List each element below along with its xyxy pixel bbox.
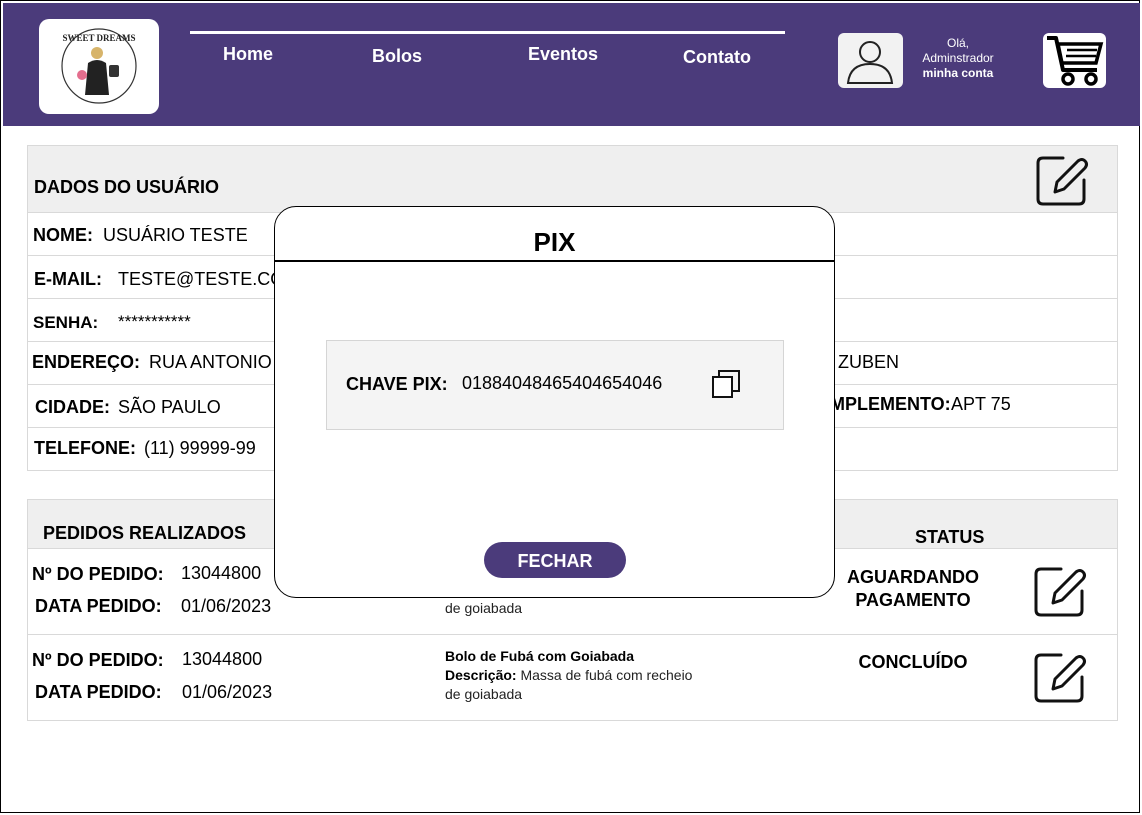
name-label: NOME: xyxy=(33,225,93,245)
site-logo[interactable]: SWEET DREAMS xyxy=(39,19,159,114)
name-value: USUÁRIO TESTE xyxy=(103,225,248,245)
pix-modal: PIX CHAVE PIX: 01884048465404654046 FECH… xyxy=(274,206,835,598)
orders-panel-title: PEDIDOS REALIZADOS xyxy=(43,523,247,543)
order-status: AGUARDANDO PAGAMENTO xyxy=(847,567,979,610)
order-date-label: DATA PEDIDO: xyxy=(35,596,162,616)
order-number: 13044800 xyxy=(181,563,262,583)
nav-home[interactable]: Home xyxy=(223,44,273,65)
greeting-hello: Olá, xyxy=(946,36,969,50)
order-date: 01/06/2023 xyxy=(182,682,273,702)
modal-title: PIX xyxy=(533,227,576,257)
city-value: SÃO PAULO xyxy=(118,397,221,417)
order-date: 01/06/2023 xyxy=(181,596,272,616)
logo-image-icon: SWEET DREAMS xyxy=(61,28,137,104)
order-description-label: Descrição: xyxy=(445,667,517,683)
nav-eventos[interactable]: Eventos xyxy=(528,44,598,65)
complement-value: APT 75 xyxy=(951,394,1011,414)
complement-label: MPLEMENTO: xyxy=(830,394,951,414)
edit-icon[interactable] xyxy=(1031,563,1087,619)
pix-key-label: CHAVE PIX: xyxy=(346,374,448,394)
order-row: Nº DO PEDIDO: 13044800 DATA PEDIDO: 01/0… xyxy=(27,634,1118,721)
address-label: ENDEREÇO: xyxy=(32,352,141,372)
top-header: SWEET DREAMS Home Bolos Eventos Contato … xyxy=(3,3,1140,126)
city-label: CIDADE: xyxy=(35,397,110,417)
order-status: CONCLUÍDO xyxy=(858,652,968,672)
order-product-name: Bolo de Fubá com Goiabada xyxy=(445,648,635,664)
user-icon xyxy=(846,41,894,84)
account-link[interactable]: minha conta xyxy=(908,66,1008,81)
svg-text:SWEET DREAMS: SWEET DREAMS xyxy=(62,33,135,43)
status-column-header: STATUS xyxy=(915,527,985,547)
user-greeting: Olá, Adminstrador minha conta xyxy=(908,36,1008,81)
cart-button[interactable] xyxy=(1043,33,1106,88)
address-value: RUA ANTONIO xyxy=(149,352,272,372)
nav-underline xyxy=(190,31,785,34)
edit-icon[interactable] xyxy=(1033,152,1089,208)
password-value: *********** xyxy=(118,312,191,331)
order-number: 13044800 xyxy=(182,649,263,669)
order-description-tail: de goiabada xyxy=(445,686,523,702)
user-panel-header: DADOS DO USUÁRIO xyxy=(27,145,1118,213)
order-number-label: Nº DO PEDIDO: xyxy=(32,564,164,584)
nav-bolos[interactable]: Bolos xyxy=(372,46,422,67)
cart-icon xyxy=(1047,36,1104,86)
user-avatar[interactable] xyxy=(838,33,903,88)
phone-label: TELEFONE: xyxy=(34,438,136,458)
edit-icon[interactable] xyxy=(1031,649,1087,705)
phone-value: (11) 99999-99 xyxy=(144,438,256,458)
user-panel-title: DADOS DO USUÁRIO xyxy=(34,177,220,197)
address-value-tail: ZUBEN xyxy=(838,352,900,372)
order-description: Descrição: Massa de fubá com recheio xyxy=(445,667,692,683)
order-description-text: Massa de fubá com recheio xyxy=(520,667,693,683)
modal-divider xyxy=(275,260,834,262)
email-value: TESTE@TESTE.COM xyxy=(118,269,300,289)
pix-key-value[interactable]: 01884048465404654046 xyxy=(462,373,662,394)
copy-icon[interactable] xyxy=(711,369,743,399)
close-button[interactable]: FECHAR xyxy=(484,542,626,578)
pix-key-box: CHAVE PIX: 01884048465404654046 xyxy=(326,340,784,430)
password-label: SENHA: xyxy=(33,313,99,332)
greeting-role: Adminstrador xyxy=(922,51,994,65)
email-label: E-MAIL: xyxy=(34,269,102,289)
nav-contato[interactable]: Contato xyxy=(683,47,751,68)
order-number-label: Nº DO PEDIDO: xyxy=(32,650,164,670)
order-date-label: DATA PEDIDO: xyxy=(35,682,162,702)
order-description-tail: de goiabada xyxy=(445,600,523,616)
